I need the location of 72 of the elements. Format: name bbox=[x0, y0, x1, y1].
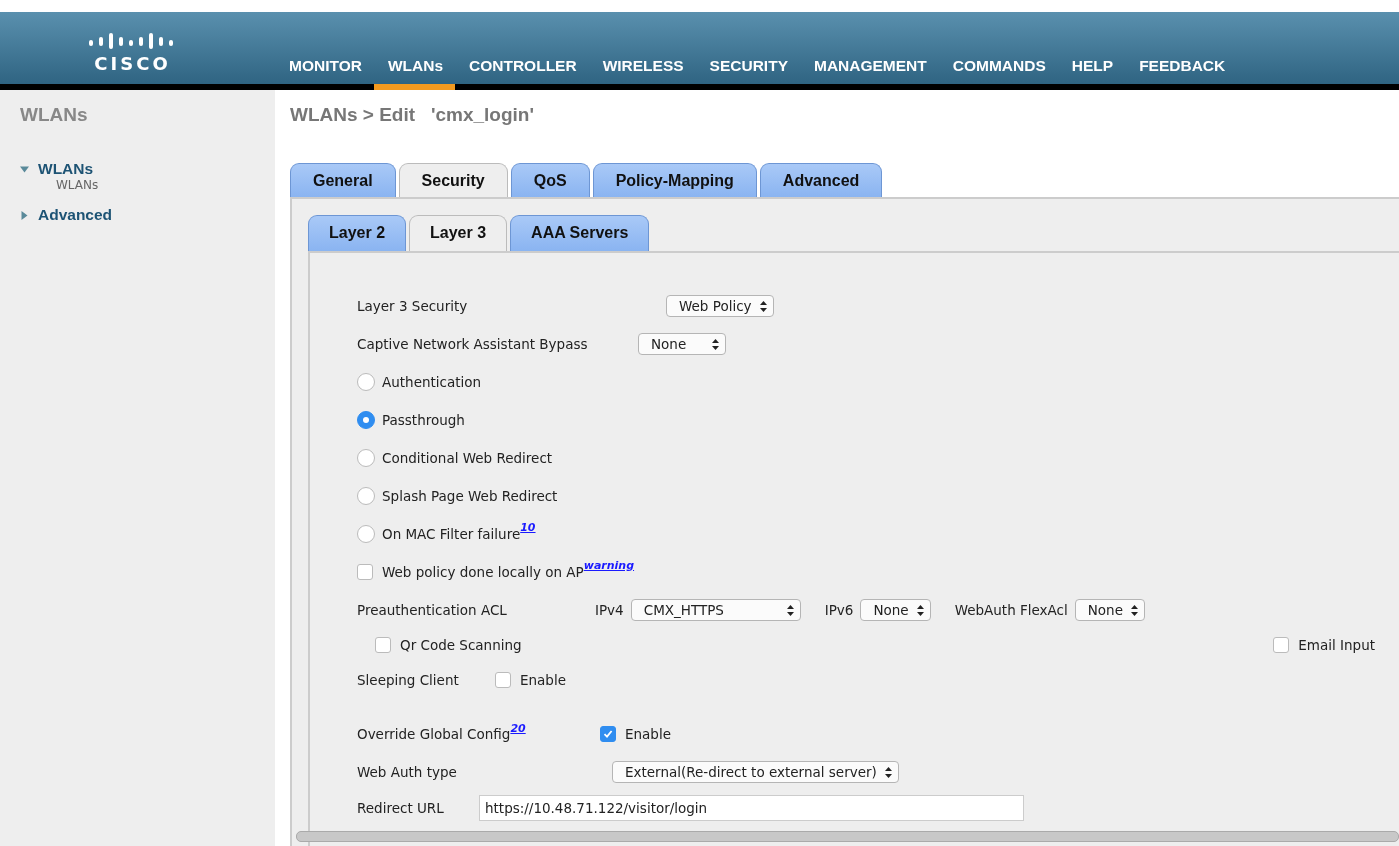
field-label: WebAuth FlexAcl bbox=[954, 602, 1068, 618]
tab[interactable]: QoS bbox=[510, 163, 590, 197]
dropdown[interactable]: None bbox=[638, 333, 726, 355]
checkmark-icon bbox=[603, 729, 613, 739]
dropdown[interactable]: None bbox=[1074, 599, 1145, 621]
field-label: Authentication bbox=[382, 374, 482, 390]
field-label: Redirect URL bbox=[357, 800, 444, 816]
dropdown[interactable]: CMX_HTTPS bbox=[630, 599, 801, 621]
nav-item[interactable]: WIRELESS bbox=[588, 57, 696, 90]
up-down-arrows-icon bbox=[916, 604, 924, 616]
field-label: Preauthentication ACL bbox=[357, 602, 507, 618]
field-label: Splash Page Web Redirect bbox=[382, 488, 558, 504]
field-label: Conditional Web Redirect bbox=[382, 450, 553, 466]
nav-item[interactable]: SECURITY bbox=[695, 57, 800, 90]
up-down-arrows-icon bbox=[884, 766, 892, 778]
radio-button[interactable] bbox=[357, 449, 375, 467]
dropdown[interactable]: External(Re-direct to external server) bbox=[612, 761, 899, 783]
expand-icon[interactable] bbox=[20, 210, 29, 220]
up-down-arrows-icon bbox=[786, 604, 794, 616]
tab[interactable]: Security bbox=[398, 163, 508, 197]
sidebar-item[interactable]: Advanced bbox=[38, 206, 113, 224]
field-label: Layer 3 Security bbox=[357, 298, 468, 314]
field-label: Override Global Config bbox=[357, 726, 511, 742]
sidebar-item[interactable]: WLANs bbox=[38, 160, 94, 178]
checkbox[interactable] bbox=[1273, 637, 1290, 653]
field-label: Captive Network Assistant Bypass bbox=[357, 336, 588, 352]
tab[interactable]: Layer 2 bbox=[308, 215, 407, 251]
radio-button[interactable] bbox=[357, 525, 375, 543]
page-title: WLANs > Edit 'cmx_login' bbox=[290, 104, 535, 126]
checkbox[interactable] bbox=[357, 564, 373, 580]
nav-item[interactable]: FEEDBACK bbox=[1125, 57, 1238, 90]
footnote-link[interactable]: warning bbox=[583, 559, 635, 572]
sidebar-title: WLANs bbox=[20, 104, 89, 126]
field-label: Web Auth type bbox=[357, 764, 457, 780]
collapse-icon[interactable] bbox=[20, 164, 29, 174]
field-label: Web policy done locally on AP bbox=[382, 564, 584, 580]
nav-item[interactable]: MANAGEMENT bbox=[800, 57, 939, 90]
field-label: Sleeping Client bbox=[357, 672, 459, 688]
field-label: Qr Code Scanning bbox=[400, 637, 522, 653]
field-label: On MAC Filter failure bbox=[382, 526, 521, 542]
field-label: Passthrough bbox=[382, 412, 465, 428]
up-down-arrows-icon bbox=[712, 338, 719, 350]
radio-button[interactable] bbox=[357, 373, 375, 391]
scrollbar[interactable] bbox=[296, 831, 1399, 842]
tab[interactable]: Policy-Mapping bbox=[592, 163, 757, 197]
up-down-arrows-icon bbox=[759, 300, 767, 312]
nav-item[interactable]: CONTROLLER bbox=[455, 57, 589, 90]
field-label: Enable bbox=[520, 672, 566, 688]
field-label: IPv4 bbox=[595, 602, 624, 618]
nav-item[interactable]: COMMANDS bbox=[938, 57, 1058, 90]
tab[interactable]: AAA Servers bbox=[510, 215, 650, 251]
radio-button[interactable] bbox=[357, 411, 375, 429]
sidebar-subitem[interactable]: WLANs bbox=[20, 178, 275, 192]
tab[interactable]: General bbox=[290, 163, 396, 197]
logo-text: CISCO bbox=[94, 53, 171, 74]
tab[interactable]: Advanced bbox=[759, 163, 883, 197]
footnote-link[interactable]: 20 bbox=[510, 722, 526, 735]
dropdown[interactable]: Web Policy bbox=[666, 295, 774, 317]
checkbox[interactable] bbox=[375, 637, 391, 653]
field-label: Email Input bbox=[1298, 637, 1375, 653]
up-down-arrows-icon bbox=[1131, 604, 1138, 616]
checkbox[interactable] bbox=[600, 726, 616, 742]
field-label: IPv6 bbox=[824, 602, 854, 618]
dropdown[interactable]: None bbox=[860, 599, 931, 621]
tab[interactable]: Layer 3 bbox=[409, 215, 508, 251]
radio-button[interactable] bbox=[357, 487, 375, 505]
checkbox[interactable] bbox=[495, 672, 511, 688]
nav-item[interactable]: HELP bbox=[1057, 57, 1126, 90]
nav-item[interactable]: MONITOR bbox=[275, 57, 374, 90]
field-label: Enable bbox=[625, 726, 671, 742]
footnote-link[interactable]: 10 bbox=[520, 521, 536, 534]
url-field[interactable]: https://10.48.71.122/visitor/login bbox=[479, 795, 1024, 821]
